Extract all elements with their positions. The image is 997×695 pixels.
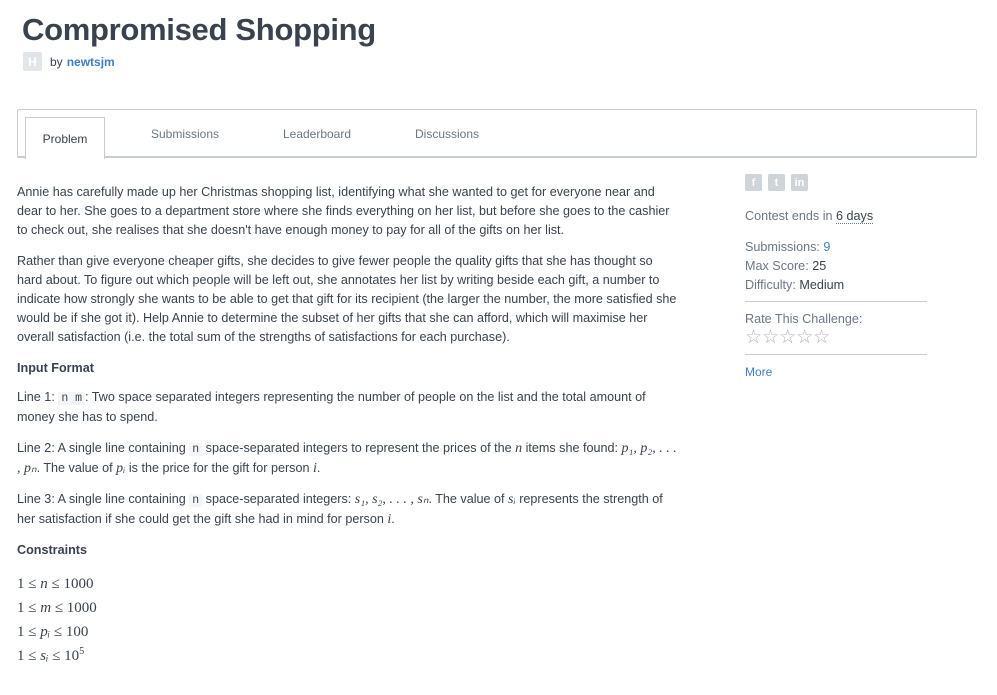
constraint-var: pᵢ xyxy=(40,624,51,640)
line2-prefix: Line 2: A single line containing xyxy=(17,441,190,455)
byline-label: by xyxy=(50,54,63,69)
submissions-stat: Submissions: 9 xyxy=(745,238,927,257)
constraint-var: m xyxy=(40,600,52,616)
constraints-heading: Constraints xyxy=(17,543,87,557)
constraints-list: 1 ≤ n ≤ 1000 1 ≤ m ≤ 1000 1 ≤ pᵢ ≤ 100 1… xyxy=(17,570,677,666)
input-line-1: Line 1: n m: Two space separated integer… xyxy=(17,388,677,427)
line1-prefix: Line 1: xyxy=(17,390,59,404)
constraint-hi: ≤ 100 xyxy=(50,624,89,640)
tab-discussions[interactable]: Discussions xyxy=(397,110,497,158)
constraint-m: 1 ≤ m ≤ 1000 xyxy=(17,594,677,618)
tab-submissions[interactable]: Submissions xyxy=(135,110,235,158)
linkedin-icon[interactable]: in xyxy=(791,174,808,191)
line2-mid2: items she found: xyxy=(522,441,622,455)
sidebar-divider xyxy=(745,301,927,302)
inline-code: n m xyxy=(58,392,86,405)
more-link[interactable]: More xyxy=(745,365,927,379)
submissions-label: Submissions: xyxy=(745,240,824,254)
input-format-heading: Input Format xyxy=(17,361,94,375)
author-link[interactable]: newtsjm xyxy=(67,55,115,69)
contest-timer: Contest ends in 6 days xyxy=(745,209,927,224)
constraint-lo: 1 ≤ xyxy=(17,600,41,616)
input-line-2: Line 2: A single line containing n space… xyxy=(17,439,677,478)
math-sequence: s₁, s₂, . . . , sₙ xyxy=(354,492,429,507)
input-line-3: Line 3: A single line containing n space… xyxy=(17,490,677,529)
description-paragraph: Rather than give everyone cheaper gifts,… xyxy=(17,254,677,344)
star-rating[interactable]: ☆☆☆☆☆ xyxy=(745,328,927,348)
constraint-exp: 5 xyxy=(79,646,85,657)
submissions-count[interactable]: 9 xyxy=(823,240,830,254)
constraint-lo: 1 ≤ xyxy=(17,576,41,592)
page-title: Compromised Shopping xyxy=(22,12,376,47)
constraint-hi: ≤ 10 xyxy=(48,648,80,664)
facebook-icon[interactable]: f xyxy=(745,174,762,191)
twitter-icon[interactable]: t xyxy=(768,174,785,191)
constraint-lo: 1 ≤ xyxy=(17,624,41,640)
line3-mid2: . The value of xyxy=(428,492,509,506)
tab-leaderboard[interactable]: Leaderboard xyxy=(267,110,367,158)
difficulty-label: Difficulty: xyxy=(745,278,800,292)
rate-label: Rate This Challenge: xyxy=(745,312,863,326)
difficulty-stat: Difficulty: Medium xyxy=(745,276,927,295)
contest-days[interactable]: 6 days xyxy=(836,209,874,224)
line1-text: : Two space separated integers represent… xyxy=(17,390,646,424)
contest-label: Contest ends in xyxy=(745,209,837,223)
social-share: f t in xyxy=(745,174,927,191)
tab-bar: Problem Submissions Leaderboard Discussi… xyxy=(17,109,977,159)
difficulty-value: Medium xyxy=(799,278,845,292)
constraint-s: 1 ≤ sᵢ ≤ 105 xyxy=(17,642,677,666)
line2-end: . xyxy=(316,461,321,475)
avatar[interactable]: H xyxy=(23,52,42,71)
line2-mid: space-separated integers to represent th… xyxy=(202,441,516,455)
challenge-sidebar: f t in Contest ends in 6 days Submission… xyxy=(745,174,927,379)
sidebar-divider xyxy=(745,354,927,355)
constraint-hi: ≤ 1000 xyxy=(51,600,97,616)
inline-code: n xyxy=(189,443,203,456)
line3-mid: space-separated integers: xyxy=(202,492,355,506)
max-score-stat: Max Score: 25 xyxy=(745,257,927,276)
constraint-lo: 1 ≤ xyxy=(17,648,41,664)
tab-problem[interactable]: Problem xyxy=(25,117,105,159)
max-score-label: Max Score: xyxy=(745,259,813,273)
intro-paragraph: Annie has carefully made up her Christma… xyxy=(17,185,670,237)
constraint-hi: ≤ 1000 xyxy=(47,576,94,592)
inline-code: n xyxy=(189,494,203,507)
math-var: pᵢ xyxy=(116,461,126,476)
constraint-p: 1 ≤ pᵢ ≤ 100 xyxy=(17,618,677,642)
problem-statement: Annie has carefully made up her Christma… xyxy=(17,183,677,666)
max-score-value: 25 xyxy=(812,259,827,273)
line2-mid4: is the price for the gift for person xyxy=(125,461,313,475)
line3-prefix: Line 3: A single line containing xyxy=(17,492,190,506)
constraint-n: 1 ≤ n ≤ 1000 xyxy=(17,570,677,594)
byline: H by newtsjm xyxy=(23,52,115,71)
line2-mid3: . The value of xyxy=(36,461,117,475)
line3-end: . xyxy=(391,512,395,526)
math-var: sᵢ xyxy=(508,492,516,507)
constraint-var: n xyxy=(40,576,48,592)
